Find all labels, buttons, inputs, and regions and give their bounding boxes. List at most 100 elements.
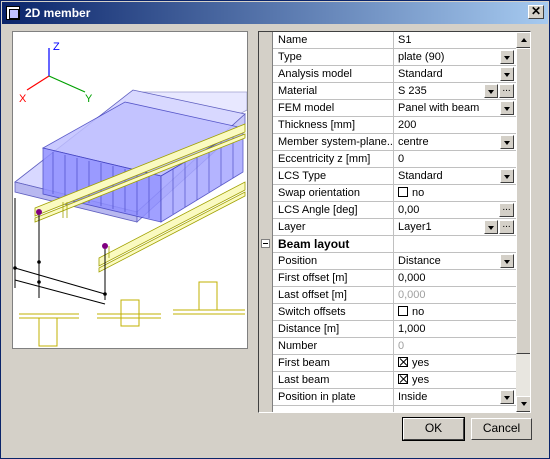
checkbox[interactable] — [398, 306, 408, 316]
z-axis-label: Z — [53, 41, 60, 53]
dropdown-arrow-icon[interactable] — [500, 50, 514, 64]
value-text: Panel with beam — [398, 102, 480, 114]
property-row[interactable]: Switch offsets no — [273, 304, 516, 321]
property-row[interactable]: Beam layout — [261, 236, 516, 253]
property-row[interactable]: Material S 235... — [273, 83, 516, 100]
property-row[interactable]: Member system-plane... centre — [273, 134, 516, 151]
value-text: 200 — [398, 119, 417, 131]
property-label: LCS Type — [273, 168, 394, 185]
property-label: Distance [m] — [273, 321, 394, 338]
ellipsis-button[interactable]: ... — [499, 220, 514, 234]
ellipsis-button[interactable]: ... — [499, 203, 514, 217]
property-row[interactable]: Position in plate Inside — [273, 389, 516, 406]
window-icon — [6, 6, 20, 20]
property-value[interactable]: no — [395, 304, 516, 321]
property-label: FEM model — [273, 100, 394, 117]
property-row[interactable] — [273, 406, 516, 412]
property-row[interactable]: First beam yes — [273, 355, 516, 372]
property-row[interactable]: Analysis model Standard — [273, 66, 516, 83]
property-label: Material — [273, 83, 394, 100]
property-value[interactable]: 200 — [395, 117, 516, 134]
cancel-button[interactable]: Cancel — [471, 418, 532, 440]
scroll-down-button[interactable] — [516, 396, 530, 412]
property-row[interactable]: Thickness [mm] 200 — [273, 117, 516, 134]
property-label: Layer — [273, 219, 394, 236]
property-label: Analysis model — [273, 66, 394, 83]
property-row[interactable]: Number 0 — [273, 338, 516, 355]
property-row[interactable]: Layer Layer1... — [273, 219, 516, 236]
property-label: Position — [273, 253, 394, 270]
dropdown-arrow-icon[interactable] — [500, 101, 514, 115]
property-row[interactable]: Name S1 — [273, 32, 516, 49]
collapse-icon[interactable] — [261, 239, 270, 248]
property-value[interactable]: 0 — [395, 151, 516, 168]
value-text: S 235 — [398, 85, 427, 97]
property-row[interactable]: Swap orientation no — [273, 185, 516, 202]
property-row[interactable]: LCS Type Standard — [273, 168, 516, 185]
property-row[interactable]: Distance [m] 1,000 — [273, 321, 516, 338]
property-value[interactable]: Inside — [395, 389, 516, 406]
value-text: 0 — [398, 153, 405, 165]
dropdown-arrow-icon[interactable] — [500, 169, 514, 183]
ellipsis-button[interactable]: ... — [499, 84, 514, 98]
checkbox[interactable] — [398, 374, 408, 384]
property-row[interactable]: LCS Angle [deg] 0,00... — [273, 202, 516, 219]
checkbox-label: no — [412, 306, 425, 318]
window-title: 2D member — [25, 6, 91, 20]
ok-button[interactable]: OK — [402, 417, 465, 441]
property-row[interactable]: Position Distance — [273, 253, 516, 270]
property-value[interactable]: yes — [395, 372, 516, 389]
property-label: Name — [273, 32, 394, 49]
dropdown-arrow-icon[interactable] — [500, 135, 514, 149]
property-value[interactable]: centre — [395, 134, 516, 151]
property-row[interactable]: Last offset [m] 0,000 — [273, 287, 516, 304]
property-value[interactable] — [395, 406, 516, 412]
dropdown-arrow-icon[interactable] — [500, 254, 514, 268]
property-value[interactable]: 0,000 — [395, 287, 516, 304]
dropdown-arrow-icon[interactable] — [484, 84, 498, 98]
cross-section-symbols — [19, 281, 245, 347]
property-value[interactable]: 0,000 — [395, 270, 516, 287]
property-value[interactable]: plate (90) — [395, 49, 516, 66]
x-axis-line — [26, 75, 50, 91]
property-value[interactable]: no — [395, 185, 516, 202]
dropdown-arrow-icon[interactable] — [500, 67, 514, 81]
checkbox[interactable] — [398, 187, 408, 197]
dropdown-arrow-icon[interactable] — [500, 390, 514, 404]
scroll-thumb[interactable] — [516, 48, 530, 354]
property-value[interactable]: Standard — [395, 66, 516, 83]
checkbox-label: yes — [412, 374, 430, 386]
checkbox-label: yes — [412, 357, 430, 369]
property-value[interactable]: Standard — [395, 168, 516, 185]
title-bar[interactable]: 2D member ✕ — [2, 2, 548, 24]
close-button[interactable]: ✕ — [528, 5, 544, 19]
property-label: Type — [273, 49, 394, 66]
property-value[interactable]: 0 — [395, 338, 516, 355]
dropdown-arrow-icon[interactable] — [484, 220, 498, 234]
property-row[interactable]: FEM model Panel with beam — [273, 100, 516, 117]
properties-grid: Name S1 Type plate (90) Analysis model Standa… — [258, 31, 531, 413]
property-value[interactable]: Distance — [395, 253, 516, 270]
property-label: Eccentricity z [mm] — [273, 151, 394, 168]
checkbox[interactable] — [398, 357, 408, 367]
property-row[interactable]: Last beam yes — [273, 372, 516, 389]
property-value[interactable]: 0,00 — [395, 202, 516, 219]
property-row[interactable]: Eccentricity z [mm] 0 — [273, 151, 516, 168]
value-text: 0,000 — [398, 272, 426, 284]
property-label: Position in plate — [273, 389, 394, 406]
property-label: First beam — [273, 355, 394, 372]
value-text: Layer1 — [398, 221, 432, 233]
property-label: First offset [m] — [273, 270, 394, 287]
property-value[interactable]: S1 — [395, 32, 516, 49]
property-row[interactable]: First offset [m] 0,000 — [273, 270, 516, 287]
vertical-scrollbar[interactable] — [516, 32, 530, 412]
property-value[interactable]: yes — [395, 355, 516, 372]
property-row[interactable]: Type plate (90) — [273, 49, 516, 66]
value-text: 0,000 — [398, 289, 426, 301]
property-value[interactable] — [395, 236, 516, 253]
property-label: Swap orientation — [273, 185, 394, 202]
property-value[interactable]: Panel with beam — [395, 100, 516, 117]
scroll-up-button[interactable] — [516, 32, 530, 48]
property-label: Number — [273, 338, 394, 355]
property-value[interactable]: 1,000 — [395, 321, 516, 338]
